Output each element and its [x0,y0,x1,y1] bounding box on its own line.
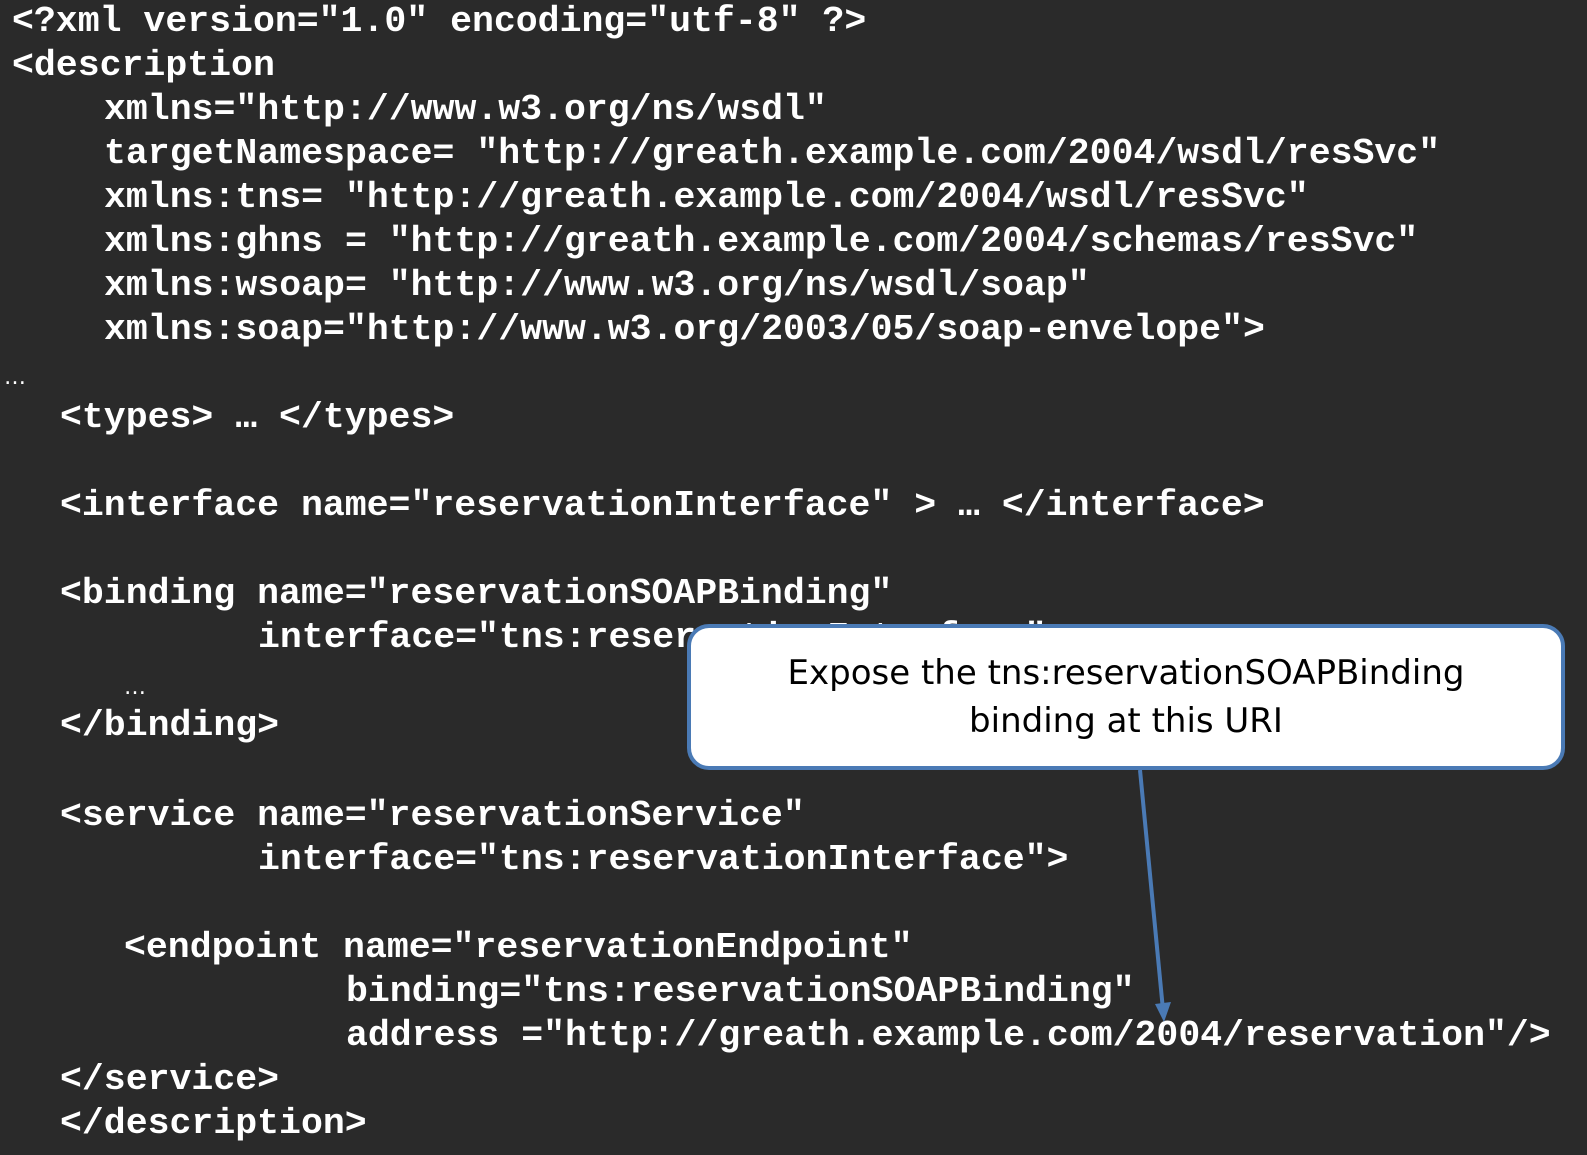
description-open-line: <description [12,45,275,86]
xmlns-line: xmlns="http://www.w3.org/ns/wsdl" [104,89,827,130]
xmlns-soap-line: xmlns:soap="http://www.w3.org/2003/05/so… [104,309,1265,350]
xmlns-ghns-line: xmlns:ghns = "http://greath.example.com/… [104,221,1419,262]
service-open-line: <service name="reservationService" [60,795,805,836]
service-close-line: </service> [60,1059,280,1100]
wsdl-code-listing: <?xml version="1.0" encoding="utf-8" ?> … [0,0,1587,1155]
types-line: <types> … </types> [60,397,455,438]
target-namespace-line: targetNamespace= "http://greath.example.… [104,133,1441,174]
endpoint-binding-line: binding="tns:reservationSOAPBinding" [346,971,1135,1012]
service-interface-line: interface="tns:reservationInterface"> [258,839,1069,880]
binding-ellipsis-line: … [124,675,146,700]
binding-close-line: </binding> [60,705,280,746]
callout-text-line-1: Expose the tns:reservationSOAPBinding [787,653,1465,693]
xml-declaration-line: <?xml version="1.0" encoding="utf-8" ?> [12,1,867,42]
interface-line: <interface name="reservationInterface" >… [60,485,1265,526]
description-close-line: </description> [60,1103,367,1144]
ellipsis-line: … [4,365,26,390]
endpoint-address-line: address ="http://greath.example.com/2004… [346,1015,1551,1056]
xmlns-tns-line: xmlns:tns= "http://greath.example.com/20… [104,177,1309,218]
callout-text-line-2: binding at this URI [969,701,1283,741]
endpoint-open-line: <endpoint name="reservationEndpoint" [124,927,913,968]
binding-open-line: <binding name="reservationSOAPBinding" [60,573,893,614]
annotation-callout: Expose the tns:reservationSOAPBinding bi… [687,624,1565,770]
xmlns-wsoap-line: xmlns:wsoap= "http://www.w3.org/ns/wsdl/… [104,265,1090,306]
